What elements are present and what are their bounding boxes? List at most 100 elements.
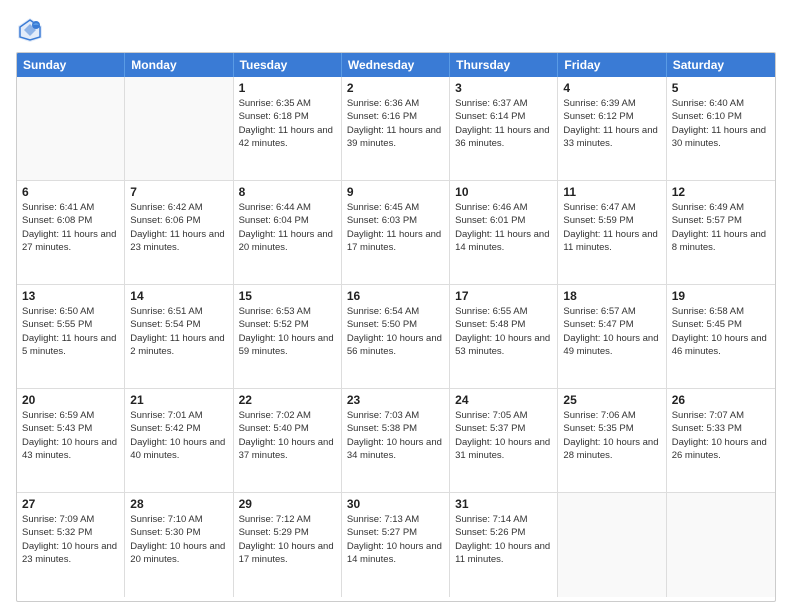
day-cell-16: 16 Sunrise: 6:54 AM Sunset: 5:50 PM Dayli… (342, 285, 450, 388)
day-info: Sunrise: 7:06 AM Sunset: 5:35 PM Dayligh… (563, 409, 660, 462)
day-cell-1: 1 Sunrise: 6:35 AM Sunset: 6:18 PM Daylig… (234, 77, 342, 180)
day-number: 28 (130, 497, 227, 511)
header-day-tuesday: Tuesday (234, 53, 342, 77)
calendar-row-2: 6 Sunrise: 6:41 AM Sunset: 6:08 PM Daylig… (17, 181, 775, 285)
day-cell-12: 12 Sunrise: 6:49 AM Sunset: 5:57 PM Dayli… (667, 181, 775, 284)
day-number: 3 (455, 81, 552, 95)
day-info: Sunrise: 6:40 AM Sunset: 6:10 PM Dayligh… (672, 97, 770, 150)
day-info: Sunrise: 6:50 AM Sunset: 5:55 PM Dayligh… (22, 305, 119, 358)
day-cell-9: 9Sunrise: 6:45 AM Sunset: 6:03 PM Daylig… (342, 181, 450, 284)
day-info: Sunrise: 7:01 AM Sunset: 5:42 PM Dayligh… (130, 409, 227, 462)
day-cell-14: 14 Sunrise: 6:51 AM Sunset: 5:54 PM Dayli… (125, 285, 233, 388)
day-number: 24 (455, 393, 552, 407)
day-cell-11: 11 Sunrise: 6:47 AM Sunset: 5:59 PM Dayli… (558, 181, 666, 284)
day-info: Sunrise: 6:39 AM Sunset: 6:12 PM Dayligh… (563, 97, 660, 150)
day-number: 7 (130, 185, 227, 199)
day-number: 10 (455, 185, 552, 199)
day-number: 8 (239, 185, 336, 199)
day-cell-5: 5 Sunrise: 6:40 AM Sunset: 6:10 PM Daylig… (667, 77, 775, 180)
day-cell-17: 17Sunrise: 6:55 AM Sunset: 5:48 PM Dayli… (450, 285, 558, 388)
day-cell-29: 29 Sunrise: 7:12 AM Sunset: 5:29 PM Dayli… (234, 493, 342, 597)
day-info: Sunrise: 6:44 AM Sunset: 6:04 PM Dayligh… (239, 201, 336, 254)
day-number: 26 (672, 393, 770, 407)
day-cell-6: 6 Sunrise: 6:41 AM Sunset: 6:08 PM Daylig… (17, 181, 125, 284)
header-day-sunday: Sunday (17, 53, 125, 77)
day-info: Sunrise: 6:49 AM Sunset: 5:57 PM Dayligh… (672, 201, 770, 254)
calendar-row-4: 20Sunrise: 6:59 AM Sunset: 5:43 PM Dayli… (17, 389, 775, 493)
day-info: Sunrise: 6:55 AM Sunset: 5:48 PM Dayligh… (455, 305, 552, 358)
day-number: 5 (672, 81, 770, 95)
day-info: Sunrise: 6:51 AM Sunset: 5:54 PM Dayligh… (130, 305, 227, 358)
calendar-row-3: 13 Sunrise: 6:50 AM Sunset: 5:55 PM Dayli… (17, 285, 775, 389)
logo (16, 16, 48, 44)
day-cell-4: 4 Sunrise: 6:39 AM Sunset: 6:12 PM Daylig… (558, 77, 666, 180)
day-number: 2 (347, 81, 444, 95)
day-cell-2: 2Sunrise: 6:36 AM Sunset: 6:16 PM Daylig… (342, 77, 450, 180)
day-number: 4 (563, 81, 660, 95)
day-info: Sunrise: 7:10 AM Sunset: 5:30 PM Dayligh… (130, 513, 227, 566)
day-cell-24: 24 Sunrise: 7:05 AM Sunset: 5:37 PM Dayli… (450, 389, 558, 492)
day-number: 14 (130, 289, 227, 303)
day-number: 30 (347, 497, 444, 511)
header-day-friday: Friday (558, 53, 666, 77)
empty-cell (17, 77, 125, 180)
day-info: Sunrise: 7:09 AM Sunset: 5:32 PM Dayligh… (22, 513, 119, 566)
day-number: 29 (239, 497, 336, 511)
day-cell-13: 13 Sunrise: 6:50 AM Sunset: 5:55 PM Dayli… (17, 285, 125, 388)
day-cell-30: 30 Sunrise: 7:13 AM Sunset: 5:27 PM Dayli… (342, 493, 450, 597)
day-info: Sunrise: 6:47 AM Sunset: 5:59 PM Dayligh… (563, 201, 660, 254)
day-cell-25: 25 Sunrise: 7:06 AM Sunset: 5:35 PM Dayli… (558, 389, 666, 492)
day-info: Sunrise: 7:13 AM Sunset: 5:27 PM Dayligh… (347, 513, 444, 566)
day-number: 25 (563, 393, 660, 407)
calendar-row-1: 1 Sunrise: 6:35 AM Sunset: 6:18 PM Daylig… (17, 77, 775, 181)
day-cell-8: 8 Sunrise: 6:44 AM Sunset: 6:04 PM Daylig… (234, 181, 342, 284)
day-cell-26: 26Sunrise: 7:07 AM Sunset: 5:33 PM Dayli… (667, 389, 775, 492)
day-info: Sunrise: 6:35 AM Sunset: 6:18 PM Dayligh… (239, 97, 336, 150)
day-cell-10: 10 Sunrise: 6:46 AM Sunset: 6:01 PM Dayli… (450, 181, 558, 284)
day-number: 31 (455, 497, 552, 511)
day-info: Sunrise: 6:53 AM Sunset: 5:52 PM Dayligh… (239, 305, 336, 358)
logo-icon (16, 16, 44, 44)
day-cell-19: 19Sunrise: 6:58 AM Sunset: 5:45 PM Dayli… (667, 285, 775, 388)
header (16, 16, 776, 44)
day-number: 9 (347, 185, 444, 199)
day-info: Sunrise: 6:37 AM Sunset: 6:14 PM Dayligh… (455, 97, 552, 150)
calendar-row-5: 27 Sunrise: 7:09 AM Sunset: 5:32 PM Dayli… (17, 493, 775, 597)
day-number: 23 (347, 393, 444, 407)
day-number: 13 (22, 289, 119, 303)
day-number: 22 (239, 393, 336, 407)
day-number: 1 (239, 81, 336, 95)
day-info: Sunrise: 6:54 AM Sunset: 5:50 PM Dayligh… (347, 305, 444, 358)
calendar-body: 1 Sunrise: 6:35 AM Sunset: 6:18 PM Daylig… (17, 77, 775, 597)
day-number: 27 (22, 497, 119, 511)
day-cell-7: 7 Sunrise: 6:42 AM Sunset: 6:06 PM Daylig… (125, 181, 233, 284)
day-info: Sunrise: 7:05 AM Sunset: 5:37 PM Dayligh… (455, 409, 552, 462)
calendar: SundayMondayTuesdayWednesdayThursdayFrid… (16, 52, 776, 602)
day-info: Sunrise: 6:46 AM Sunset: 6:01 PM Dayligh… (455, 201, 552, 254)
day-cell-3: 3 Sunrise: 6:37 AM Sunset: 6:14 PM Daylig… (450, 77, 558, 180)
day-number: 18 (563, 289, 660, 303)
day-info: Sunrise: 7:12 AM Sunset: 5:29 PM Dayligh… (239, 513, 336, 566)
empty-cell (667, 493, 775, 597)
day-info: Sunrise: 6:42 AM Sunset: 6:06 PM Dayligh… (130, 201, 227, 254)
day-info: Sunrise: 7:03 AM Sunset: 5:38 PM Dayligh… (347, 409, 444, 462)
day-cell-23: 23 Sunrise: 7:03 AM Sunset: 5:38 PM Dayli… (342, 389, 450, 492)
header-day-monday: Monday (125, 53, 233, 77)
day-number: 6 (22, 185, 119, 199)
day-cell-20: 20Sunrise: 6:59 AM Sunset: 5:43 PM Dayli… (17, 389, 125, 492)
day-number: 20 (22, 393, 119, 407)
day-cell-15: 15 Sunrise: 6:53 AM Sunset: 5:52 PM Dayli… (234, 285, 342, 388)
day-number: 12 (672, 185, 770, 199)
day-number: 15 (239, 289, 336, 303)
day-cell-27: 27 Sunrise: 7:09 AM Sunset: 5:32 PM Dayli… (17, 493, 125, 597)
day-cell-18: 18 Sunrise: 6:57 AM Sunset: 5:47 PM Dayli… (558, 285, 666, 388)
day-number: 21 (130, 393, 227, 407)
day-info: Sunrise: 6:41 AM Sunset: 6:08 PM Dayligh… (22, 201, 119, 254)
page: SundayMondayTuesdayWednesdayThursdayFrid… (0, 0, 792, 612)
day-info: Sunrise: 6:57 AM Sunset: 5:47 PM Dayligh… (563, 305, 660, 358)
day-number: 11 (563, 185, 660, 199)
header-day-saturday: Saturday (667, 53, 775, 77)
day-number: 16 (347, 289, 444, 303)
day-cell-28: 28 Sunrise: 7:10 AM Sunset: 5:30 PM Dayli… (125, 493, 233, 597)
header-day-wednesday: Wednesday (342, 53, 450, 77)
